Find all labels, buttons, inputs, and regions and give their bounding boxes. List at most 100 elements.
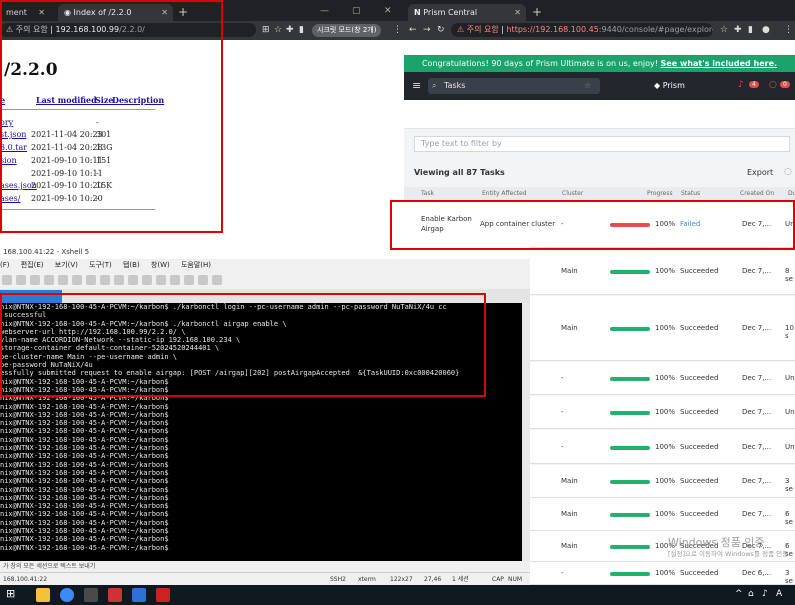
menu-view[interactable]: 보기(V) (55, 261, 78, 269)
tab-partial[interactable]: ment ✕ (0, 4, 50, 21)
progress-bar (610, 480, 650, 484)
duration: 3 se (785, 477, 793, 493)
tasks-count-badge: 0 (780, 81, 790, 88)
column-description-header[interactable]: Description (112, 95, 164, 105)
col-cluster[interactable]: Cluster (562, 190, 583, 197)
table-row[interactable]: Enable Karbon Airgap App container cluster… (404, 201, 795, 248)
lock-icon[interactable] (142, 275, 152, 285)
col-duration[interactable]: Du (788, 190, 795, 197)
terminal-output[interactable]: nix@NTNX-192-168-100-45-A-PCVM:~/karbon$… (0, 303, 522, 561)
compose-hint[interactable]: 가 창의 모든 세션으로 텍스트 보내기 (0, 561, 530, 572)
session-tab[interactable] (0, 290, 62, 303)
xshell-app-icon[interactable] (156, 588, 170, 602)
network-icon[interactable]: ⌂ (748, 589, 754, 599)
sidebar-icon[interactable]: ▮ (299, 24, 304, 37)
close-icon[interactable]: ✕ (161, 4, 168, 21)
menu-tab[interactable]: 탭(B) (123, 261, 140, 269)
new-tab-icon[interactable]: + (178, 4, 188, 21)
url-field[interactable]: ⚠ 주의 요함 | https://192.168.100.45:9440/co… (451, 23, 713, 37)
terminal-line: nix@NTNX-192-168-100-45-A-PCVM:~/karbon$ (0, 502, 169, 511)
help-icon[interactable] (212, 275, 222, 285)
new-session-icon[interactable] (2, 275, 12, 285)
col-task[interactable]: Task (421, 190, 434, 197)
new-tab-icon[interactable]: + (532, 4, 542, 21)
menu-help[interactable]: 도움말(H) (181, 261, 211, 269)
volume-icon[interactable]: ♪ (762, 589, 768, 599)
layout-icon[interactable] (184, 275, 194, 285)
bookmark-star-icon[interactable]: ☆ (720, 24, 728, 37)
tray-chevron-icon[interactable]: ^ (735, 589, 743, 599)
menu-file[interactable]: (F) (0, 261, 10, 269)
tasks-ring-icon[interactable]: ○ (769, 80, 777, 90)
export-button[interactable]: Export (747, 168, 773, 177)
forward-icon[interactable]: → (423, 24, 431, 37)
filezilla-icon[interactable] (108, 588, 122, 602)
alerts-bell-icon[interactable]: ♪ (738, 80, 744, 90)
back-icon[interactable]: ← (409, 24, 417, 37)
bookmark-star-icon[interactable]: ☆ (274, 24, 282, 37)
col-progress[interactable]: Progress (647, 190, 673, 197)
column-name-header[interactable]: e (0, 95, 5, 105)
col-created[interactable]: Created On (740, 190, 774, 197)
keyboard-icon[interactable] (170, 275, 180, 285)
banner-link[interactable]: See what's included here. (661, 59, 778, 68)
app-icon[interactable] (132, 588, 146, 602)
filter-input[interactable]: Type text to filter by (414, 136, 790, 152)
menu-icon[interactable]: ⋮ (393, 24, 402, 37)
maximize-icon[interactable]: ▢ (352, 4, 361, 18)
terminal-app-icon[interactable] (84, 588, 98, 602)
file-link[interactable]: ases/ (0, 194, 20, 203)
file-explorer-icon[interactable] (36, 588, 50, 602)
task-name[interactable]: Enable Karbon (421, 215, 472, 223)
search-input[interactable]: ⌕ Tasks ☆ (428, 78, 600, 94)
reload-icon[interactable]: ↻ (437, 24, 445, 37)
find-icon[interactable] (58, 275, 68, 285)
close-icon[interactable]: ✕ (38, 4, 45, 21)
col-entity[interactable]: Entity Affected (482, 190, 527, 197)
xshell-toolbar (0, 272, 530, 290)
close-window-icon[interactable]: ✕ (384, 4, 392, 18)
file-link[interactable]: ory (0, 118, 13, 127)
copy-icon[interactable] (30, 275, 40, 285)
tab-index[interactable]: ◉ Index of /2.2.0 ✕ (58, 4, 173, 21)
terminal-line: nix@NTNX-192-168-100-45-A-PCVM:~/karbon$ (0, 419, 169, 428)
menu-window[interactable]: 창(W) (151, 261, 170, 269)
menu-icon[interactable]: ⋮ (784, 24, 793, 37)
hamburger-menu-icon[interactable]: ≡ (412, 79, 421, 92)
properties-icon[interactable] (86, 275, 96, 285)
minimize-icon[interactable]: — (320, 4, 329, 18)
menu-tools[interactable]: 도구(T) (89, 261, 112, 269)
tab-prism-central[interactable]: N Prism Central ✕ (408, 4, 526, 21)
column-modified-header[interactable]: Last modified (36, 95, 97, 105)
install-icon[interactable]: ⊞ (262, 24, 270, 37)
chrome-icon[interactable] (60, 588, 74, 602)
sidebar-icon[interactable]: ▮ (748, 24, 753, 37)
entity-link[interactable]: App container cluster (480, 220, 555, 228)
extensions-icon[interactable]: ✚ (734, 24, 742, 37)
print-icon[interactable] (72, 275, 82, 285)
open-icon[interactable] (16, 275, 26, 285)
file-link[interactable]: sion (0, 156, 17, 165)
close-icon[interactable]: ✕ (514, 4, 521, 21)
script-icon[interactable] (156, 275, 166, 285)
settings-icon[interactable]: ◌ (784, 167, 792, 177)
start-icon[interactable]: ⊞ (6, 587, 15, 600)
terminal-scrollbar[interactable] (522, 303, 530, 561)
bookmark-icon[interactable]: ☆ (584, 78, 591, 94)
column-size-header[interactable]: Size (95, 95, 113, 105)
ime-icon[interactable]: A (776, 589, 782, 599)
font-icon[interactable] (114, 275, 124, 285)
color-icon[interactable] (100, 275, 110, 285)
url-field[interactable]: ⚠ 주의 요함 | 192.168.100.99/2.2.0/ (0, 23, 256, 37)
extensions-icon[interactable]: ✚ (286, 24, 294, 37)
task-name-line2: Airgap (421, 225, 444, 233)
menu-edit[interactable]: 편집(E) (21, 261, 44, 269)
profile-icon[interactable]: ● (762, 24, 770, 37)
file-link[interactable]: st.json (0, 130, 26, 139)
fullscreen-icon[interactable] (198, 275, 208, 285)
col-status[interactable]: Status (681, 190, 700, 197)
transfer-icon[interactable] (128, 275, 138, 285)
paste-icon[interactable] (44, 275, 54, 285)
incognito-profile[interactable]: 시크릿 모드(창 2개) (312, 24, 382, 37)
file-link[interactable]: 3.0.tar (0, 143, 27, 152)
